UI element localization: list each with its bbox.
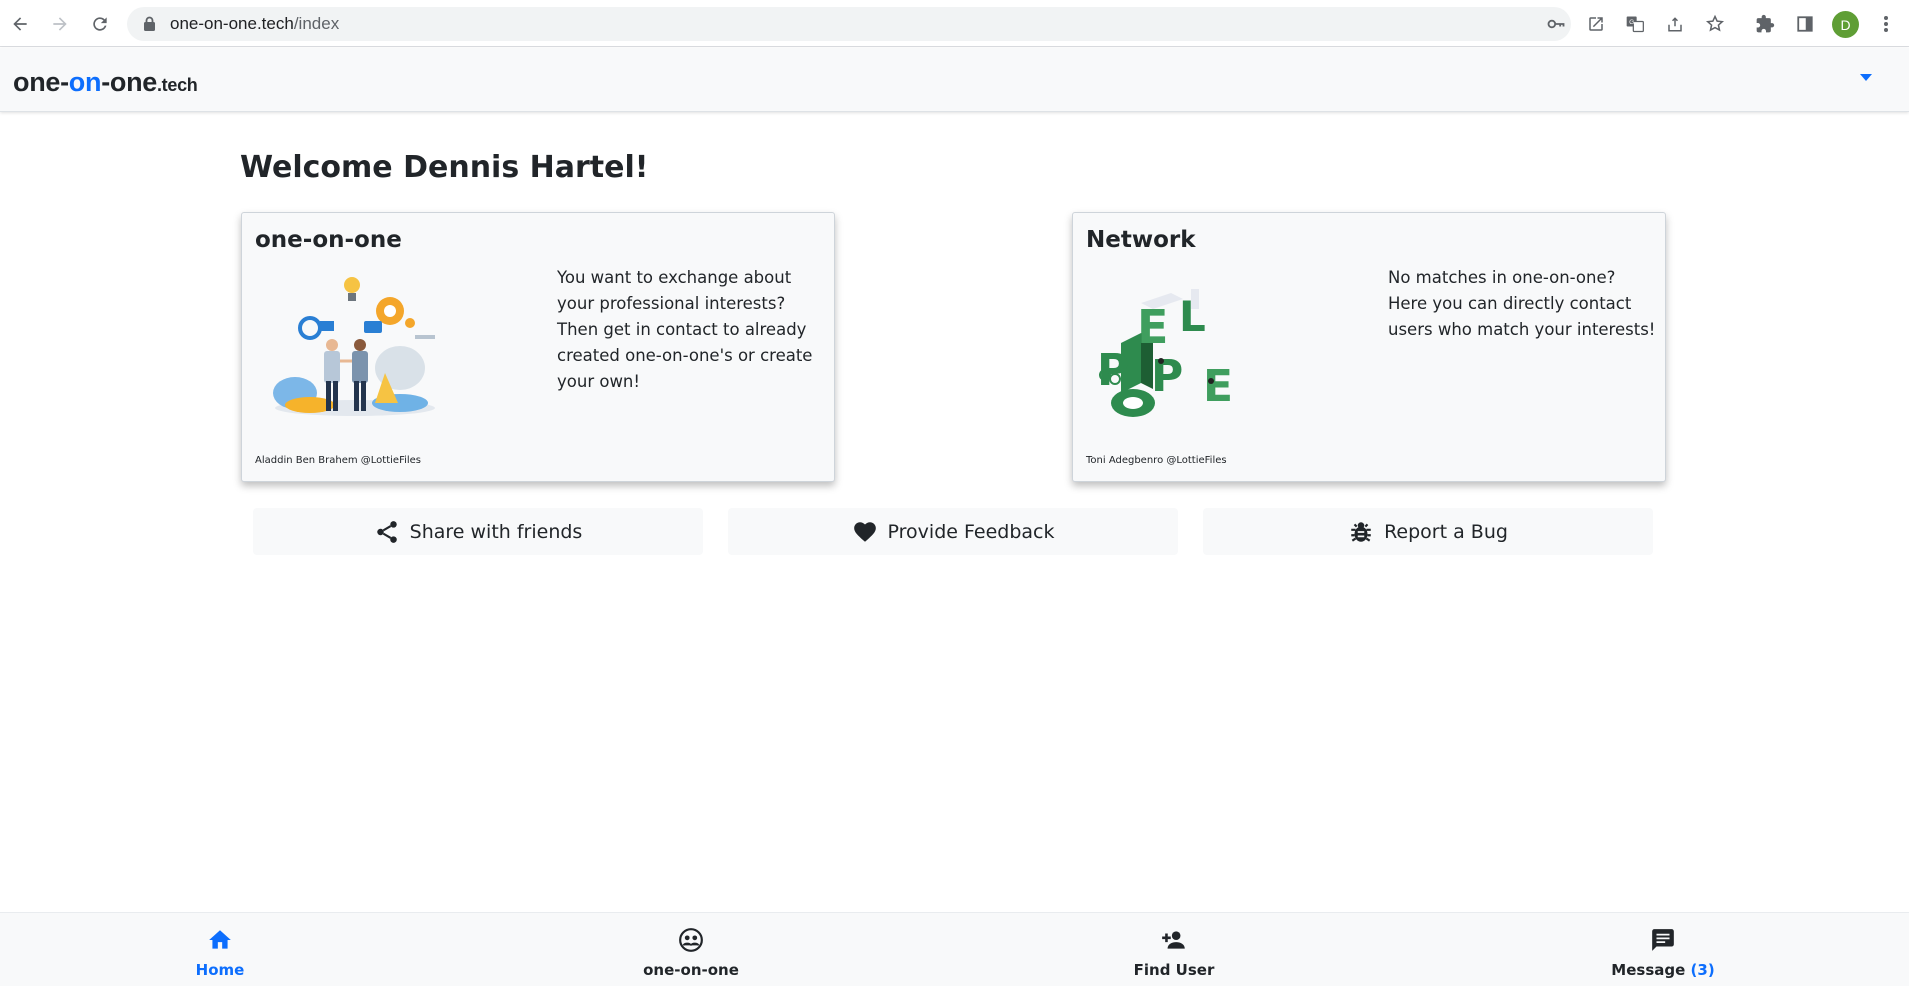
- card-title: one-on-one: [255, 227, 402, 253]
- bookmark-star-icon[interactable]: [1704, 13, 1726, 35]
- site-logo[interactable]: one-on-one.tech: [13, 67, 198, 98]
- site-navbar: one-on-one.tech: [0, 48, 1909, 112]
- more-menu-icon[interactable]: [1874, 12, 1898, 36]
- extensions-icon[interactable]: [1753, 12, 1777, 36]
- provide-feedback-button[interactable]: Provide Feedback: [728, 508, 1178, 555]
- svg-text:E: E: [1137, 300, 1168, 354]
- person-add-icon: [1160, 927, 1188, 961]
- message-icon: [1650, 927, 1676, 961]
- card-description: You want to exchange about your professi…: [557, 268, 813, 391]
- heart-icon: [852, 519, 878, 545]
- card-network[interactable]: Network P E L P E No matches in one-on-o…: [1072, 212, 1666, 482]
- profile-avatar[interactable]: D: [1832, 11, 1859, 38]
- unread-count-badge: (3): [1690, 961, 1715, 979]
- share-icon: [374, 519, 400, 545]
- browser-toolbar: one-on-one.tech/index G D: [0, 0, 1909, 47]
- open-external-icon[interactable]: [1585, 13, 1607, 35]
- key-icon[interactable]: [1545, 13, 1567, 35]
- svg-text:G: G: [1629, 19, 1634, 26]
- illustration-credit: Toni Adegbenro @LottieFiles: [1086, 455, 1227, 466]
- card-title: Network: [1086, 227, 1196, 253]
- card-one-on-one[interactable]: one-on-one You want to exchange about yo…: [241, 212, 835, 482]
- tab-message[interactable]: Message (3): [1583, 927, 1743, 979]
- tab-home[interactable]: Home: [140, 927, 300, 979]
- tab-label: Find User: [1133, 961, 1215, 979]
- lock-icon: [143, 16, 156, 35]
- bug-label: Report a Bug: [1384, 520, 1508, 543]
- tab-label: Message (3): [1611, 961, 1715, 979]
- people-isometric-letters-illustration: P E L P E: [1091, 273, 1271, 423]
- url-text: one-on-one.tech/index: [170, 14, 340, 33]
- dropdown-caret-icon[interactable]: [1860, 74, 1872, 81]
- page-title: Welcome Dennis Hartel!: [240, 150, 649, 185]
- business-handshake-illustration: [260, 273, 440, 423]
- tab-label: one-on-one: [643, 961, 739, 979]
- feedback-label: Provide Feedback: [887, 520, 1055, 543]
- share-with-friends-button[interactable]: Share with friends: [253, 508, 703, 555]
- side-panel-icon[interactable]: [1793, 12, 1817, 36]
- illustration-credit: Aladdin Ben Brahem @LottieFiles: [255, 455, 422, 466]
- card-description: No matches in one-on-one? Here you can d…: [1388, 268, 1656, 339]
- tab-one-on-one[interactable]: one-on-one: [611, 927, 771, 979]
- address-bar[interactable]: one-on-one.tech/index: [127, 7, 1571, 41]
- groups-icon: [678, 927, 704, 961]
- report-bug-button[interactable]: Report a Bug: [1203, 508, 1653, 555]
- share-page-icon[interactable]: [1664, 13, 1686, 35]
- svg-text:P: P: [1151, 351, 1183, 402]
- share-label: Share with friends: [409, 520, 583, 543]
- home-icon: [207, 927, 233, 961]
- bottom-navigation: Home one-on-one Find User Message (3): [0, 912, 1909, 986]
- translate-icon[interactable]: G: [1624, 13, 1646, 35]
- tab-find-user[interactable]: Find User: [1094, 927, 1254, 979]
- svg-text:E: E: [1203, 361, 1233, 412]
- back-icon[interactable]: [8, 12, 32, 36]
- bug-icon: [1348, 519, 1374, 545]
- reload-icon[interactable]: [88, 12, 112, 36]
- forward-icon[interactable]: [48, 12, 72, 36]
- tab-label: Home: [195, 961, 245, 979]
